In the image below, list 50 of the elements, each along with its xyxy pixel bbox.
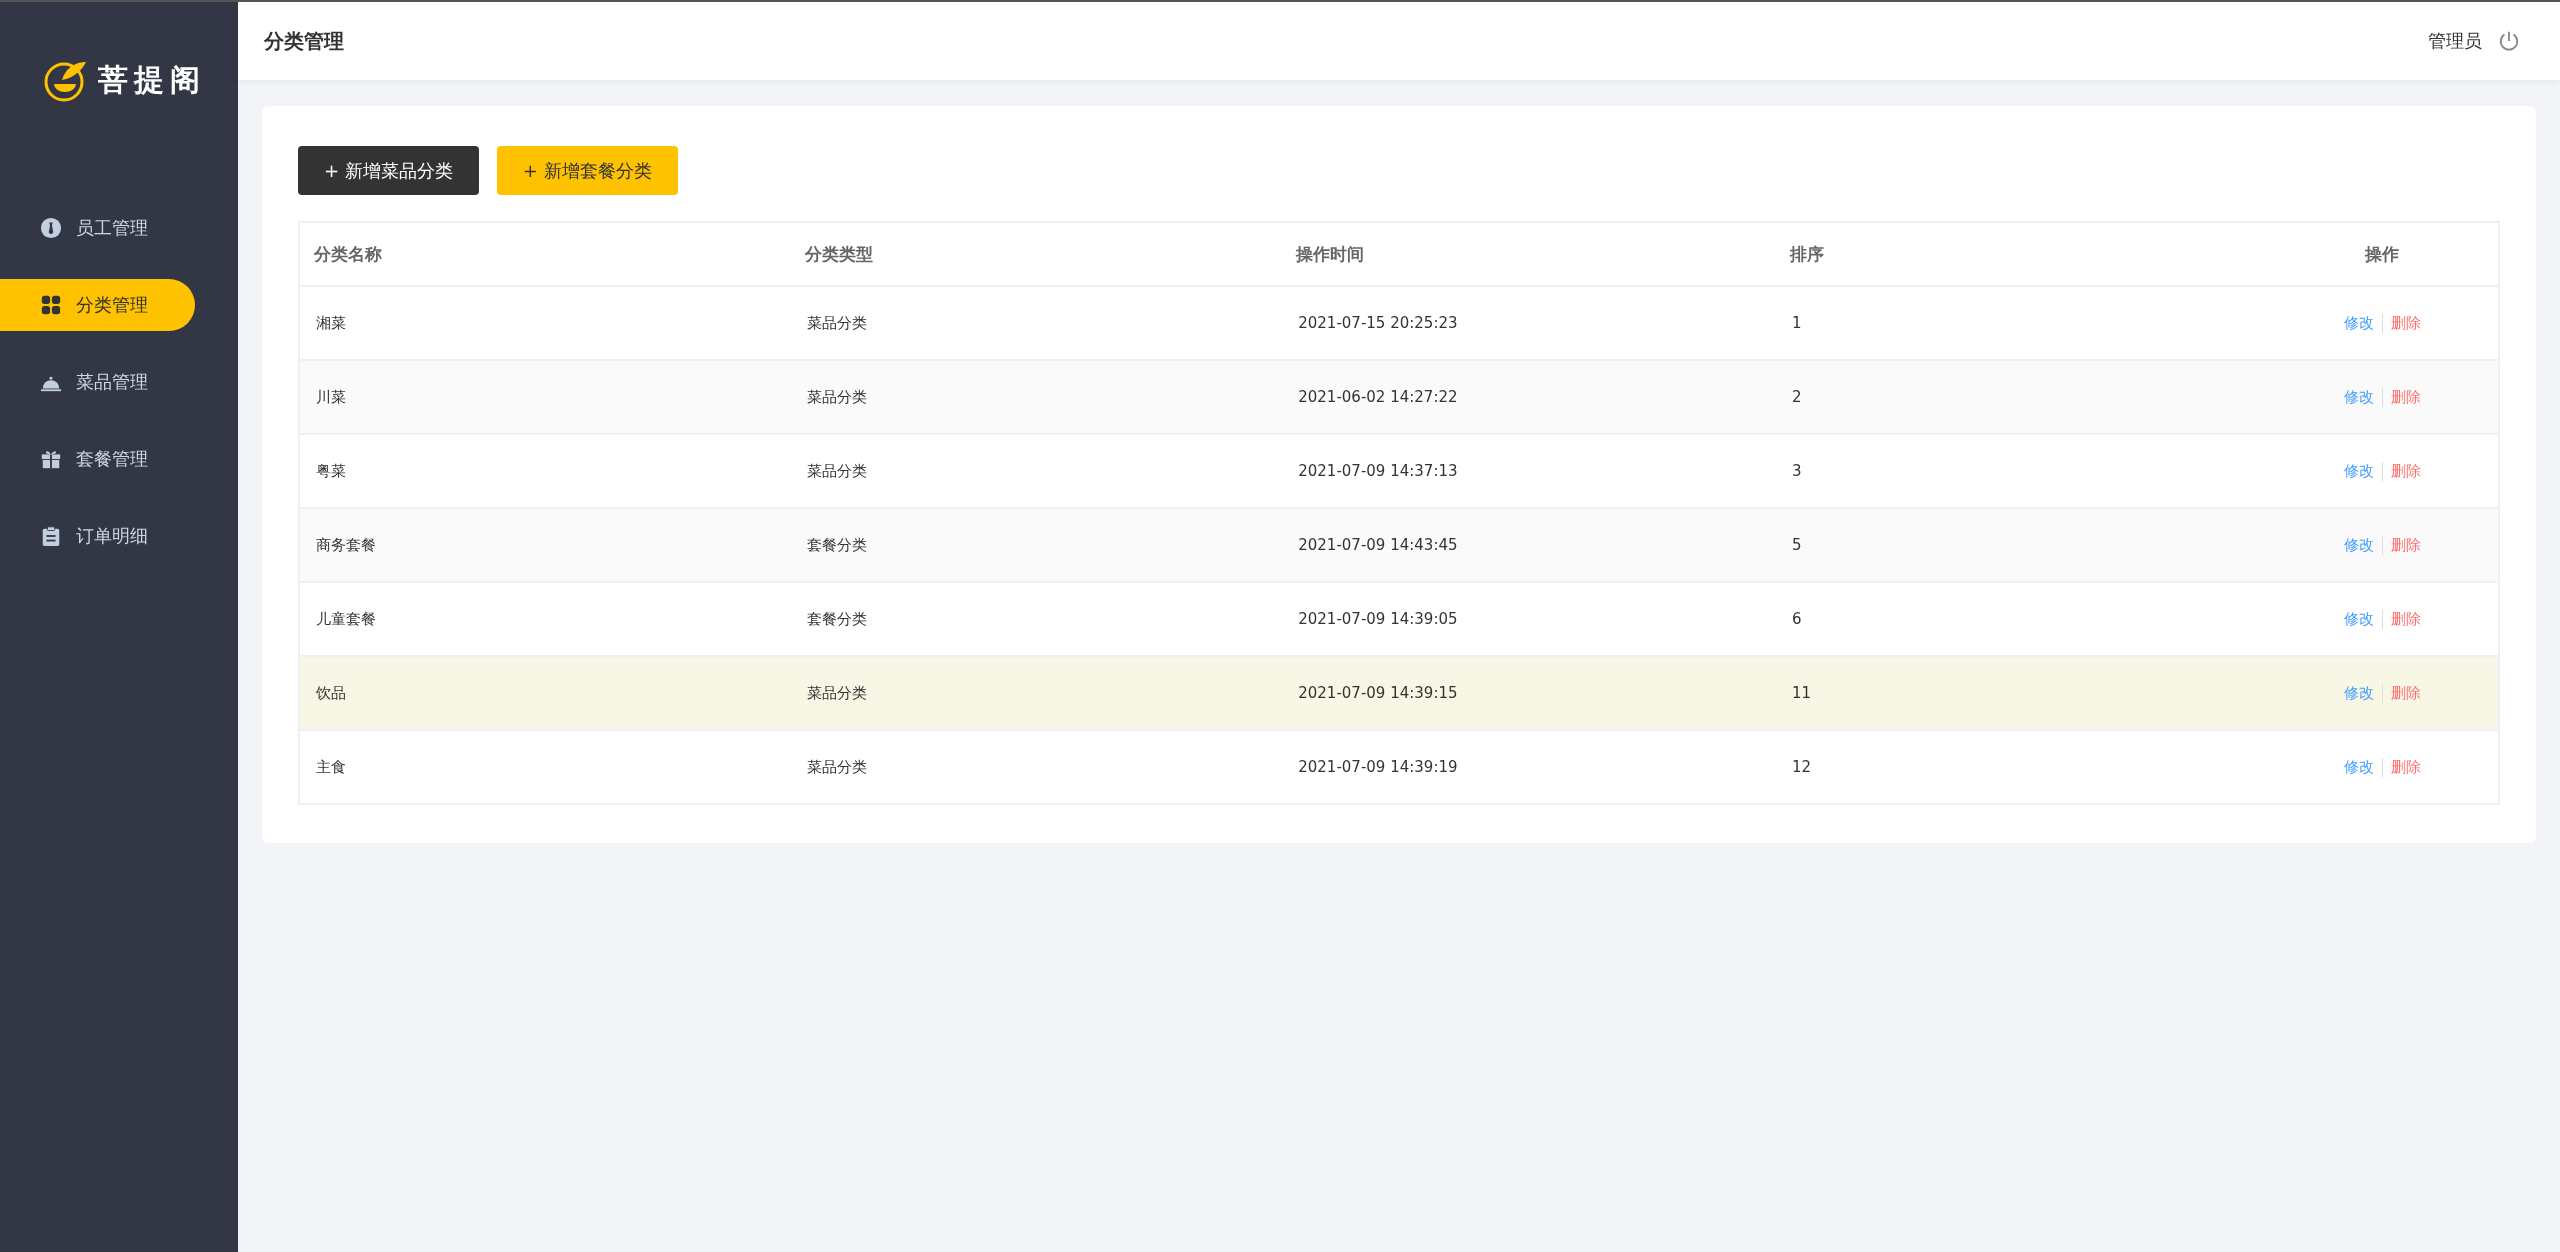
sidebar-item[interactable]: 订单明细 <box>0 510 195 562</box>
page-title: 分类管理 <box>264 27 344 55</box>
column-header: 操作时间 <box>1282 222 1776 286</box>
sidebar-item[interactable]: 菜品管理 <box>0 356 195 408</box>
delete-link[interactable]: 删除 <box>2382 387 2429 407</box>
delete-link[interactable]: 删除 <box>2382 683 2429 703</box>
edit-link[interactable]: 修改 <box>2335 313 2383 333</box>
edit-link[interactable]: 修改 <box>2335 535 2383 555</box>
user-name: 管理员 <box>2428 29 2482 53</box>
column-header: 分类类型 <box>791 222 1283 286</box>
table-cell: 2021-06-02 14:27:22 <box>1282 360 1776 434</box>
gift-icon <box>40 448 62 470</box>
sidebar-item[interactable]: 员工管理 <box>0 202 195 254</box>
person-icon <box>40 217 62 239</box>
sidebar-item[interactable]: 分类管理 <box>0 279 195 331</box>
power-icon[interactable] <box>2498 30 2520 52</box>
table-cell: 川菜 <box>299 360 792 434</box>
delete-link[interactable]: 删除 <box>2382 461 2429 481</box>
table-cell: 2021-07-09 14:39:19 <box>1282 730 1776 804</box>
edit-link[interactable]: 修改 <box>2335 683 2383 703</box>
add-category-button[interactable]: + 新增菜品分类 <box>298 146 479 195</box>
table-cell: 套餐分类 <box>791 508 1283 582</box>
table-cell: 11 <box>1775 656 2268 730</box>
table-cell: 2 <box>1775 360 2268 434</box>
edit-link[interactable]: 修改 <box>2335 609 2383 629</box>
column-header: 排序 <box>1775 222 2268 286</box>
table-cell: 主食 <box>299 730 792 804</box>
delete-link[interactable]: 删除 <box>2382 609 2429 629</box>
sidebar-item[interactable]: 套餐管理 <box>0 433 195 485</box>
table-cell: 菜品分类 <box>791 656 1283 730</box>
column-header: 操作 <box>2267 222 2499 286</box>
table-cell: 商务套餐 <box>299 508 792 582</box>
grid-icon <box>40 294 62 316</box>
logo-text: 菩提阁 <box>98 60 206 99</box>
table-cell: 12 <box>1775 730 2268 804</box>
add-category-button[interactable]: + 新增套餐分类 <box>496 146 678 195</box>
table-cell: 菜品分类 <box>791 360 1283 434</box>
table-cell: 2021-07-09 14:43:45 <box>1282 508 1776 582</box>
delete-link[interactable]: 删除 <box>2382 313 2429 333</box>
edit-link[interactable]: 修改 <box>2335 461 2383 481</box>
delete-link[interactable]: 删除 <box>2382 535 2429 555</box>
column-header: 分类名称 <box>299 222 792 286</box>
delete-link[interactable]: 删除 <box>2382 757 2429 777</box>
table-cell: 2021-07-09 14:39:15 <box>1282 656 1776 730</box>
table-cell: 菜品分类 <box>791 730 1283 804</box>
clipboard-icon <box>40 525 62 547</box>
table-cell: 饮品 <box>299 656 792 730</box>
table-cell: 5 <box>1775 508 2268 582</box>
edit-link[interactable]: 修改 <box>2335 387 2383 407</box>
edit-link[interactable]: 修改 <box>2335 757 2383 777</box>
